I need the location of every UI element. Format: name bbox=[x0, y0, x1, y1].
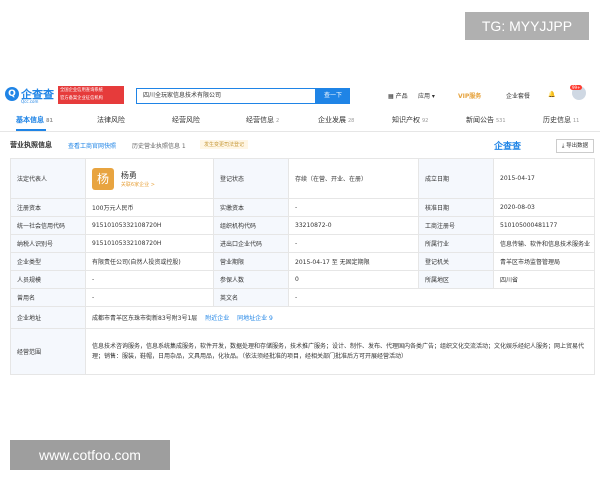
table-row: 纳税人识别号 91510105332108720H 进出口企业代码 - 所属行业… bbox=[10, 234, 595, 253]
main-tabs: 基本信息 81 法律风险 经营风险 经营信息 2 企业发展 28 知识产权 92 新闻公… bbox=[0, 111, 600, 132]
watermark-bottom: www.cotfoo.com bbox=[10, 440, 170, 470]
tab-ip[interactable]: 知识产权 92 bbox=[392, 115, 428, 125]
cell-value: - bbox=[288, 198, 419, 217]
cell-label: 成立日期 bbox=[418, 158, 494, 199]
cell-label: 营业期限 bbox=[213, 252, 289, 271]
cell-label: 核准日期 bbox=[418, 198, 494, 217]
cell-value: 91510105332108720H bbox=[85, 234, 214, 253]
license-info-table: 法定代表人 杨 杨勇 关联6家企业 > 登记状态 存续（在营、开业、在册） 成立… bbox=[10, 158, 595, 375]
cell-label: 纳税人识别号 bbox=[10, 234, 86, 253]
cell-label: 人员规模 bbox=[10, 270, 86, 289]
cell-value: - bbox=[288, 234, 419, 253]
qcc-logo[interactable]: Q 企查查 Qcc.com bbox=[5, 86, 54, 104]
cell-value: 有限责任公司(自然人投资或控股) bbox=[85, 252, 214, 271]
legal-rep-name[interactable]: 杨勇 bbox=[121, 170, 155, 181]
cell-label: 工商注册号 bbox=[418, 216, 494, 235]
cell-value: - bbox=[85, 288, 214, 307]
change-tip-badge[interactable]: 发生变更司法登记 bbox=[200, 140, 249, 149]
watermark-top: TG: MYYJJPP bbox=[465, 12, 589, 40]
cell-value: 存续（在营、开业、在册） bbox=[288, 158, 419, 199]
cell-label: 参保人数 bbox=[213, 270, 289, 289]
cell-label: 组织机构代码 bbox=[213, 216, 289, 235]
cell-label: 注册资本 bbox=[10, 198, 86, 217]
cell-value: 100万元人民币 bbox=[85, 198, 214, 217]
cell-label: 经营范围 bbox=[10, 328, 86, 375]
table-row: 曾用名 - 英文名 - bbox=[10, 288, 595, 307]
cell-label: 登记机关 bbox=[418, 252, 494, 271]
legal-rep-cell: 杨 杨勇 关联6家企业 > bbox=[85, 158, 214, 199]
active-tab-indicator bbox=[16, 129, 46, 131]
cell-value: - bbox=[85, 270, 214, 289]
same-address-link[interactable]: 同地址企业 9 bbox=[237, 315, 273, 322]
nav-apps[interactable]: 应用 ▾ bbox=[418, 91, 435, 100]
cell-value: 2020-08-03 bbox=[493, 198, 595, 217]
cell-label: 统一社会信用代码 bbox=[10, 216, 86, 235]
cell-label: 企业类型 bbox=[10, 252, 86, 271]
table-row: 经营范围 信息技术咨询服务，信息系统集成服务，软件开发，数据处理和存储服务，技术… bbox=[10, 328, 595, 375]
official-snapshot-link[interactable]: 查看工商官网快照 bbox=[68, 141, 116, 150]
address-cell: 成都市青羊区东珠市街新83号附3号1层 附近企业 同地址企业 9 bbox=[85, 306, 595, 329]
tab-history[interactable]: 历史信息 11 bbox=[543, 115, 579, 125]
cell-value: 91510105332108720H bbox=[85, 216, 214, 235]
cell-label: 进出口企业代码 bbox=[213, 234, 289, 253]
qcc-brand-mark: 企查查 bbox=[494, 142, 522, 152]
history-license-link[interactable]: 历史营业执照信息 1 bbox=[132, 141, 186, 150]
tab-development[interactable]: 企业发展 28 bbox=[318, 115, 354, 125]
logo-sub: Qcc.com bbox=[21, 99, 39, 104]
section-title: 营业执照信息 bbox=[10, 141, 52, 149]
cell-label: 法定代表人 bbox=[10, 158, 86, 199]
table-row: 人员规模 - 参保人数 0 所属地区 四川省 bbox=[10, 270, 595, 289]
cell-label: 所属行业 bbox=[418, 234, 494, 253]
tab-operating-info[interactable]: 经营信息 2 bbox=[246, 115, 279, 125]
tab-basic-info[interactable]: 基本信息 81 bbox=[16, 115, 53, 125]
export-data-button[interactable]: ⤓ 导出数据 bbox=[556, 139, 594, 153]
cell-value: 2015-04-17 至 无固定期限 bbox=[288, 252, 419, 271]
tab-news[interactable]: 新闻公告 531 bbox=[466, 115, 506, 125]
table-row: 注册资本 100万元人民币 实缴资本 - 核准日期 2020-08-03 bbox=[10, 198, 595, 217]
cell-value: 2015-04-17 bbox=[493, 158, 595, 199]
table-row: 统一社会信用代码 91510105332108720H 组织机构代码 33210… bbox=[10, 216, 595, 235]
address-value: 成都市青羊区东珠市街新83号附3号1层 bbox=[92, 315, 198, 322]
business-scope: 信息技术咨询服务，信息系统集成服务，软件开发，数据处理和存储服务，技术推广服务；… bbox=[85, 328, 595, 375]
tab-legal-risk[interactable]: 法律风险 bbox=[97, 115, 125, 125]
table-row: 法定代表人 杨 杨勇 关联6家企业 > 登记状态 存续（在营、开业、在册） 成立… bbox=[10, 158, 595, 199]
cell-value: 青羊区市场监督管理局 bbox=[493, 252, 595, 271]
table-row: 企业类型 有限责任公司(自然人投资或控股) 营业期限 2015-04-17 至 … bbox=[10, 252, 595, 271]
cell-label: 实缴资本 bbox=[213, 198, 289, 217]
cell-label: 登记状态 bbox=[213, 158, 289, 199]
cell-value: - bbox=[288, 288, 595, 307]
notification-badge: 99+ bbox=[570, 85, 583, 90]
legal-rep-related[interactable]: 关联6家企业 > bbox=[121, 181, 155, 188]
cell-label: 企业地址 bbox=[10, 306, 86, 329]
cell-label: 英文名 bbox=[213, 288, 289, 307]
cell-value: 510105000481177 bbox=[493, 216, 595, 235]
chevron-down-icon: ▾ bbox=[430, 93, 435, 100]
nearby-companies-link[interactable]: 附近企业 bbox=[205, 315, 229, 322]
cell-value: 0 bbox=[288, 270, 419, 289]
cell-label: 所属地区 bbox=[418, 270, 494, 289]
credit-tag-line2: 官方备案企业征信机构 bbox=[60, 96, 103, 101]
credit-tag: 全国企业信用查询系统 官方备案企业征信机构 bbox=[58, 86, 124, 104]
cell-value: 四川省 bbox=[493, 270, 595, 289]
tab-operating-risk[interactable]: 经营风险 bbox=[172, 115, 200, 125]
logo-icon: Q bbox=[5, 87, 19, 101]
legal-rep-avatar: 杨 bbox=[92, 167, 114, 190]
grid-icon: ▦ bbox=[388, 93, 396, 100]
search-input[interactable]: 四川全玩家信息技术有限公司 bbox=[136, 88, 316, 104]
credit-tag-line1: 全国企业信用查询系统 bbox=[60, 88, 103, 93]
cell-value: 信息传输、软件和信息技术服务业 bbox=[493, 234, 595, 253]
nav-product[interactable]: ▦ 产品 bbox=[388, 91, 408, 100]
nav-vip[interactable]: VIP服务 bbox=[458, 91, 481, 100]
bell-icon[interactable]: 🔔 bbox=[548, 91, 555, 98]
cell-label: 曾用名 bbox=[10, 288, 86, 307]
cell-value: 33210872-0 bbox=[288, 216, 419, 235]
nav-package[interactable]: 企业套餐 bbox=[506, 91, 530, 100]
search-button[interactable]: 查一下 bbox=[316, 88, 350, 104]
table-row: 企业地址 成都市青羊区东珠市街新83号附3号1层 附近企业 同地址企业 9 bbox=[10, 306, 595, 329]
